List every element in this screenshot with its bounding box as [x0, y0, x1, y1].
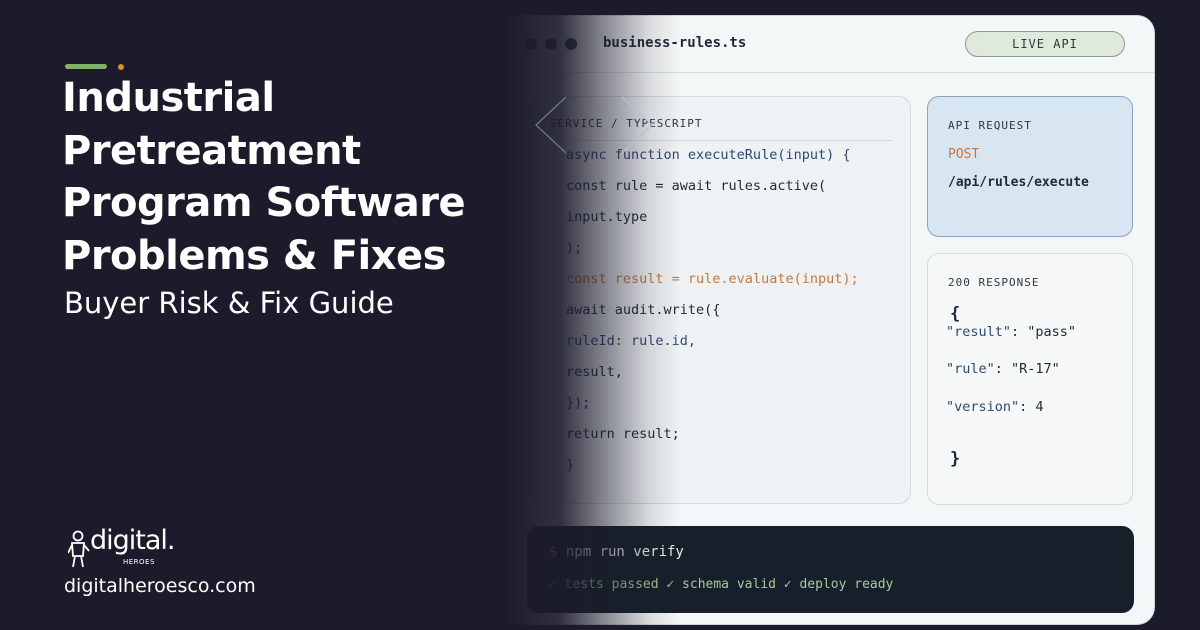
json-open-brace: {: [950, 304, 961, 324]
title-line: Program Software: [62, 180, 466, 226]
json-field: "rule": "R-17": [946, 361, 1060, 377]
code-line: );: [566, 240, 583, 256]
json-value: : "R-17": [994, 361, 1060, 377]
chevron-right-icon: [621, 96, 653, 154]
window-titlebar: business-rules.ts LIVE API: [501, 16, 1154, 73]
file-tab-name[interactable]: business-rules.ts: [603, 35, 746, 51]
logo-subtext: HEROES: [123, 558, 155, 566]
accent-bar: [65, 64, 107, 69]
json-close-brace: }: [950, 449, 961, 469]
title-line: Pretreatment: [62, 127, 361, 174]
website-url[interactable]: digitalheroesco.com: [64, 575, 256, 597]
brand-logo[interactable]: digital. HEROES: [68, 525, 188, 572]
code-line: });: [566, 395, 591, 411]
live-api-badge: LIVE API: [965, 31, 1125, 57]
hero-figure-icon: [68, 530, 90, 568]
chevron-left-icon: [535, 96, 567, 154]
json-key: "result": [946, 324, 1012, 340]
accent-dot: [118, 64, 124, 70]
json-field: "result": "pass": [946, 324, 1076, 340]
window-minimize-dot-icon[interactable]: [545, 38, 557, 50]
api-response-panel: 200 RESPONSE { "result": "pass" "rule": …: [927, 253, 1133, 505]
json-key: "version": [946, 399, 1020, 415]
code-panel: SERVICE / TYPESCRIPT async function exec…: [531, 96, 911, 504]
api-response-label: 200 RESPONSE: [948, 276, 1040, 289]
title-line: Industrial: [62, 75, 275, 121]
code-line: }: [566, 457, 575, 473]
json-field: "version": 4: [946, 399, 1044, 415]
json-value: : 4: [1019, 399, 1044, 415]
terminal-panel: $ npm run verify ✓ tests passed ✓ schema…: [527, 526, 1134, 613]
code-line: await audit.write({: [566, 302, 721, 318]
json-key: "rule": [946, 361, 995, 377]
http-method: POST: [948, 147, 980, 162]
terminal-command: $ npm run verify: [549, 544, 684, 560]
code-line: return result;: [566, 426, 680, 442]
code-line: result,: [566, 364, 623, 380]
code-line: const rule = await rules.active(: [566, 178, 827, 194]
title-line: Problems & Fixes: [62, 232, 447, 279]
code-line: input.type: [566, 209, 648, 225]
page-subtitle: Buyer Risk & Fix Guide: [64, 286, 394, 320]
api-endpoint: /api/rules/execute: [948, 175, 1089, 190]
logo-wordmark: digital.: [90, 525, 175, 556]
code-line: const result = rule.evaluate(input);: [566, 271, 859, 287]
code-panel-divider: [550, 140, 892, 141]
code-line: ruleId: rule.id,: [566, 333, 697, 349]
api-request-panel: API REQUEST POST /api/rules/execute: [927, 96, 1133, 237]
window-close-dot-icon[interactable]: [525, 38, 537, 50]
api-request-label: API REQUEST: [948, 119, 1032, 132]
page-title: Industrial Pretreatment Program Software…: [62, 72, 502, 282]
window-maximize-dot-icon[interactable]: [565, 38, 577, 50]
json-value: : "pass": [1011, 324, 1077, 340]
terminal-output: ✓ tests passed ✓ schema valid ✓ deploy r…: [549, 577, 894, 592]
editor-window: business-rules.ts LIVE API SERVICE / TYP…: [500, 15, 1155, 625]
